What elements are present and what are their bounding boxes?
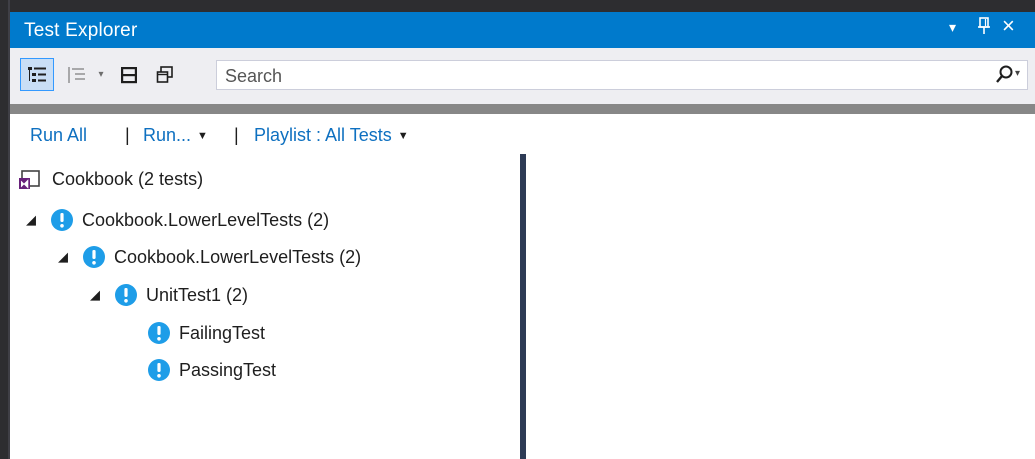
not-run-status-icon <box>148 359 170 381</box>
tree-node-label: PassingTest <box>179 359 277 380</box>
tree-node-label: Cookbook.LowerLevelTests (2) <box>114 246 362 267</box>
project-label: Cookbook (2 tests) <box>52 168 204 189</box>
tree-node-label: Cookbook.LowerLevelTests (2) <box>82 209 330 230</box>
test-explorer-window: Test Explorer ▾ × ▾ Search ▾ Run All | R… <box>0 0 1035 459</box>
command-bar: Run All | Run... ▼ | Playlist : All Tests… <box>10 114 1035 156</box>
run-label: Run... <box>143 125 192 145</box>
pin-icon-glyph <box>978 17 990 34</box>
group-by-dropdown-icon[interactable]: ▾ <box>94 58 108 91</box>
window-menu-dropdown-icon[interactable]: ▾ <box>949 19 956 36</box>
not-run-status-icon <box>115 284 137 306</box>
search-options-dropdown-icon[interactable]: ▾ <box>1015 68 1020 79</box>
search-input[interactable] <box>225 65 945 87</box>
run-caret-icon: ▼ <box>197 130 208 142</box>
close-icon[interactable]: × <box>1002 13 1015 39</box>
new-window-button[interactable] <box>150 58 180 91</box>
tree-node-label: FailingTest <box>179 322 266 343</box>
test-tree: Cookbook (2 tests) ◢ Cookbook.LowerLevel… <box>10 156 520 459</box>
command-separator: | <box>234 125 239 145</box>
hierarchy-view-button[interactable] <box>20 58 54 91</box>
run-dropdown-link[interactable]: Run... ▼ <box>143 125 208 146</box>
search-icon[interactable] <box>995 64 1015 91</box>
window-title: Test Explorer <box>24 20 138 41</box>
vs-project-icon <box>19 170 40 189</box>
test-details-pane <box>526 156 1035 459</box>
toolbar-divider <box>10 104 1035 114</box>
hierarchy-icon <box>28 66 46 82</box>
title-bar[interactable]: Test Explorer ▾ × <box>10 12 1035 48</box>
search-magnifier-glyph <box>996 65 1013 83</box>
window-frame-left <box>0 0 8 459</box>
playlist-caret-icon: ▼ <box>397 130 409 142</box>
columns-icon <box>121 66 137 83</box>
group-by-button[interactable] <box>62 58 92 91</box>
command-separator: | <box>125 125 130 145</box>
window-frame-top <box>8 0 1035 12</box>
tree-node-class[interactable]: ◢ UnitTest1 (2) <box>90 282 248 308</box>
tree-node-namespace[interactable]: ◢ Cookbook.LowerLevelTests (2) <box>58 244 361 270</box>
toolbar: ▾ ▾ <box>10 48 1035 104</box>
project-node[interactable]: Cookbook (2 tests) <box>18 166 203 192</box>
playlist-dropdown-link[interactable]: Playlist : All Tests ▼ <box>254 125 409 146</box>
expander-icon[interactable]: ◢ <box>90 287 106 303</box>
tree-node-label: UnitTest1 (2) <box>146 284 249 305</box>
not-run-status-icon <box>51 209 73 231</box>
run-all-link[interactable]: Run All <box>30 125 87 146</box>
tree-node-test[interactable]: PassingTest <box>147 357 276 383</box>
expander-icon[interactable]: ◢ <box>26 212 42 228</box>
window-copy-icon <box>156 65 173 83</box>
group-by-icon <box>68 66 85 83</box>
columns-button[interactable] <box>114 58 144 91</box>
not-run-status-icon <box>83 246 105 268</box>
not-run-status-icon <box>148 322 170 344</box>
tree-node-namespace[interactable]: ◢ Cookbook.LowerLevelTests (2) <box>26 207 329 233</box>
playlist-label: Playlist : All Tests <box>254 125 392 145</box>
search-box[interactable]: ▾ <box>216 60 1028 90</box>
pin-icon[interactable] <box>976 16 992 41</box>
expander-icon[interactable]: ◢ <box>58 249 74 265</box>
tree-node-test[interactable]: FailingTest <box>147 320 265 346</box>
